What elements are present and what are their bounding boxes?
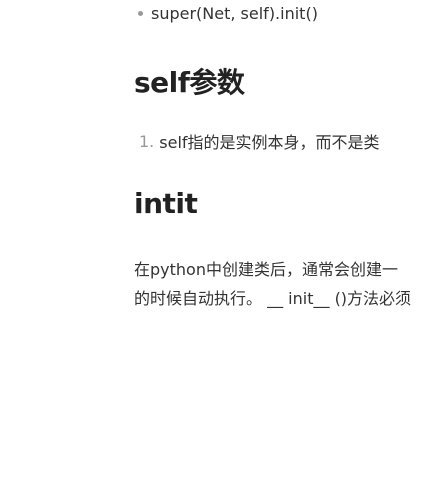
- document-page: super(Net, self).init() self参数 1. self指的…: [0, 0, 439, 489]
- bullet-dot-icon: [138, 10, 143, 16]
- bullet-list-item: super(Net, self).init(): [138, 2, 318, 24]
- list-item-text: self指的是实例本身，而不是类: [159, 133, 380, 152]
- paragraph-line: 的时候自动执行。 __ init__ ()方法必须: [134, 289, 412, 308]
- paragraph-line: 在python中创建类后，通常会创建一: [134, 260, 398, 279]
- section-heading-self-param: self参数: [134, 66, 245, 99]
- list-item-number: 1.: [139, 131, 155, 151]
- ordered-list-item: 1. self指的是实例本身，而不是类: [139, 130, 380, 153]
- section-heading-intit: intit: [134, 187, 198, 220]
- bullet-item-text: super(Net, self).init(): [151, 3, 318, 23]
